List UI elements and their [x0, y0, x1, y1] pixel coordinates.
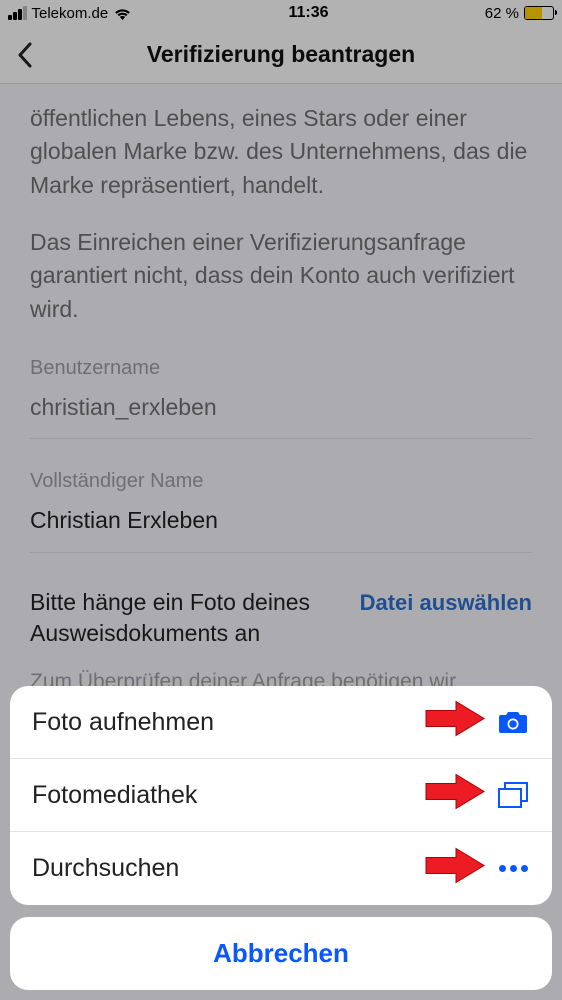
gallery-icon: [496, 778, 530, 812]
action-sheet: Foto aufnehmen Fotomediathek: [10, 686, 552, 990]
photo-library-option[interactable]: Fotomediathek: [10, 759, 552, 832]
clock: 11:36: [288, 4, 328, 22]
take-photo-option[interactable]: Foto aufnehmen: [10, 686, 552, 759]
signal-icon: [8, 6, 27, 20]
wifi-icon: [113, 6, 132, 20]
attach-label: Bitte hänge ein Foto deines Ausweisdokum…: [30, 587, 340, 649]
annotation-arrow-icon: [424, 699, 486, 746]
cancel-button[interactable]: Abbrechen: [10, 917, 552, 990]
fullname-label: Vollständiger Name: [30, 467, 532, 496]
cancel-label: Abbrechen: [213, 938, 349, 969]
username-field[interactable]: Benutzername christian_erxleben: [30, 354, 532, 439]
back-button[interactable]: [10, 40, 40, 70]
battery-icon: [524, 6, 554, 20]
choose-file-link[interactable]: Datei auswählen: [360, 587, 532, 619]
fullname-field[interactable]: Vollständiger Name Christian Erxleben: [30, 467, 532, 552]
nav-header: Verifizierung beantragen: [0, 26, 562, 84]
camera-icon: [496, 705, 530, 739]
description-text-1: öffentlichen Lebens, eines Stars oder ei…: [30, 102, 532, 202]
description-text-2: Das Einreichen einer Verifizierungsanfra…: [30, 226, 532, 326]
username-value: christian_erxleben: [30, 391, 532, 424]
status-bar: Telekom.de 11:36 62 %: [0, 0, 562, 26]
fullname-value: Christian Erxleben: [30, 504, 532, 537]
annotation-arrow-icon: [424, 845, 486, 892]
username-label: Benutzername: [30, 354, 532, 383]
more-icon: [496, 852, 530, 886]
battery-percent: 62 %: [485, 5, 519, 22]
carrier-label: Telekom.de: [32, 5, 109, 22]
browse-option[interactable]: Durchsuchen: [10, 832, 552, 905]
annotation-arrow-icon: [424, 772, 486, 819]
page-title: Verifizierung beantragen: [0, 41, 562, 68]
